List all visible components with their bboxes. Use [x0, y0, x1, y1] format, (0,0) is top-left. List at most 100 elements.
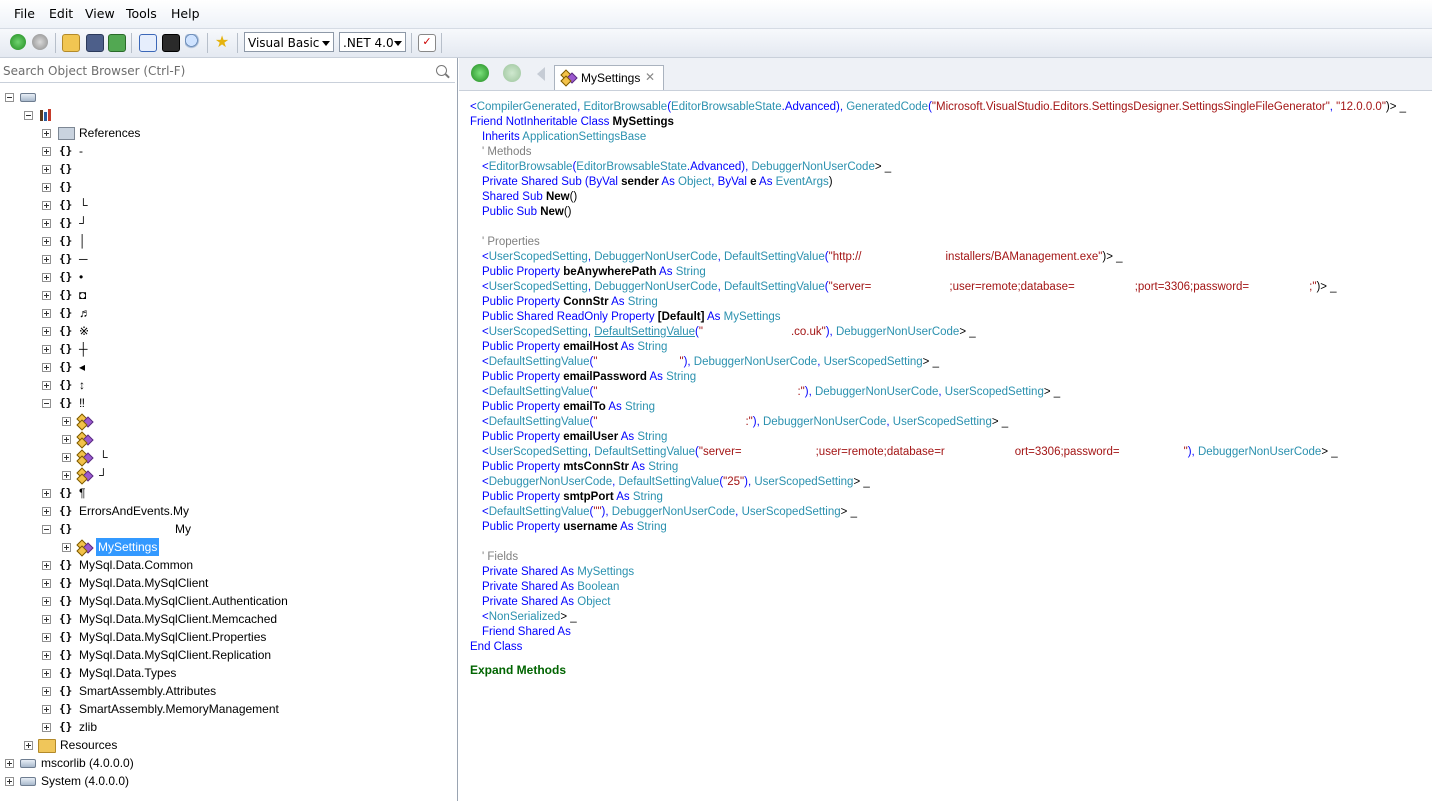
tree-node-namespace[interactable]: {} ─	[0, 250, 455, 268]
tree-node-namespace[interactable]: {} ErrorsAndEvents.My	[0, 502, 455, 520]
tree-node-namespace[interactable]: {} ‼	[0, 394, 455, 412]
tree-node-namespace[interactable]: {} ┘	[0, 214, 455, 232]
tree-node-resources[interactable]: Resources	[0, 736, 455, 754]
open-folder-icon[interactable]	[62, 34, 80, 52]
tree-node-namespace[interactable]: {} ↕	[0, 376, 455, 394]
expand-icon[interactable]	[62, 453, 71, 462]
tree-node-namespace[interactable]: {} MySql.Data.MySqlClient	[0, 574, 455, 592]
expand-icon[interactable]	[42, 687, 51, 696]
tree-node-system[interactable]: System (4.0.0.0)	[0, 772, 455, 790]
back-arrow-icon[interactable]	[471, 64, 489, 82]
collapse-icon[interactable]	[5, 93, 14, 102]
expand-icon[interactable]	[42, 633, 51, 642]
menu-tools[interactable]: Tools	[126, 6, 157, 21]
expand-icon[interactable]	[42, 615, 51, 624]
expand-icon[interactable]	[42, 291, 51, 300]
expand-icon[interactable]	[42, 219, 51, 228]
tree-node-class[interactable]: ┘	[0, 466, 455, 485]
collapse-icon[interactable]	[42, 399, 51, 408]
expand-icon[interactable]	[42, 507, 51, 516]
collapse-icon[interactable]	[42, 525, 51, 534]
expand-icon[interactable]	[5, 777, 14, 786]
search-icon[interactable]	[436, 65, 447, 76]
expand-icon[interactable]	[5, 759, 14, 768]
tree-node-namespace[interactable]: {} zlib	[0, 718, 455, 736]
expand-icon[interactable]	[42, 237, 51, 246]
tree-node-library[interactable]	[0, 106, 455, 124]
expand-icon[interactable]	[42, 255, 51, 264]
expand-icon[interactable]	[62, 471, 71, 480]
tree-node-namespace[interactable]: {} MySql.Data.MySqlClient.Replication	[0, 646, 455, 664]
expand-icon[interactable]	[42, 579, 51, 588]
tree-node-root-assembly[interactable]	[0, 88, 455, 106]
expand-icon[interactable]	[62, 417, 71, 426]
tree-node-namespace[interactable]: {} MySql.Data.MySqlClient.Memcached	[0, 610, 455, 628]
tree-node-namespace[interactable]: {} MySql.Data.Types	[0, 664, 455, 682]
close-icon[interactable]: ✕	[645, 70, 655, 84]
expand-icon[interactable]	[42, 183, 51, 192]
expand-icon[interactable]	[42, 597, 51, 606]
star-icon[interactable]: ★	[214, 34, 230, 50]
expand-icon[interactable]	[42, 309, 51, 318]
tree-node-mysettings[interactable]: MySettings	[0, 538, 455, 557]
tree-node-class[interactable]: └	[0, 448, 455, 467]
tree-node-namespace[interactable]: {} ※	[0, 322, 455, 340]
tree-node-namespace[interactable]: {} -	[0, 142, 455, 160]
tree-node-namespace[interactable]: {} ♬	[0, 304, 455, 322]
expand-icon[interactable]	[42, 651, 51, 660]
menu-help[interactable]: Help	[171, 6, 200, 21]
tree-node-class[interactable]	[0, 430, 455, 449]
expand-icon[interactable]	[42, 723, 51, 732]
save-icon[interactable]	[86, 34, 104, 52]
expand-icon[interactable]	[42, 147, 51, 156]
forward-arrow-icon[interactable]	[503, 64, 521, 82]
chevron-left-icon[interactable]	[537, 67, 545, 81]
tree-node-namespace[interactable]: {}	[0, 160, 455, 178]
tree-node-references[interactable]: References	[0, 124, 455, 142]
tree-node-namespace[interactable]: {} •	[0, 268, 455, 286]
checklist-icon[interactable]: ✓	[418, 34, 436, 52]
expand-icon[interactable]	[42, 129, 51, 138]
il-view-icon[interactable]	[162, 34, 180, 52]
find-icon[interactable]	[185, 34, 201, 50]
tree-node-namespace[interactable]: {} MySql.Data.Common	[0, 556, 455, 574]
tree-node-namespace[interactable]: {} └	[0, 196, 455, 214]
expand-icon[interactable]	[42, 705, 51, 714]
expand-icon[interactable]	[42, 561, 51, 570]
refresh-icon[interactable]	[108, 34, 126, 52]
collapse-icon[interactable]	[24, 111, 33, 120]
language-select[interactable]: Visual Basic	[244, 32, 334, 52]
search-box[interactable]: Search Object Browser (Ctrl-F)	[0, 60, 455, 83]
menu-view[interactable]: View	[85, 6, 115, 21]
expand-icon[interactable]	[24, 741, 33, 750]
menu-edit[interactable]: Edit	[49, 6, 73, 21]
expand-icon[interactable]	[42, 381, 51, 390]
tree-node-class[interactable]	[0, 412, 455, 431]
expand-icon[interactable]	[42, 489, 51, 498]
tree-node-namespace[interactable]: {} │	[0, 232, 455, 250]
tree-node-namespace[interactable]: {} ◘	[0, 286, 455, 304]
tree-node-namespace[interactable]: {} SmartAssembly.Attributes	[0, 682, 455, 700]
expand-icon[interactable]	[62, 543, 71, 552]
expand-methods-link[interactable]: Expand Methods	[470, 663, 566, 678]
text-view-icon[interactable]	[139, 34, 157, 52]
expand-icon[interactable]	[42, 363, 51, 372]
expand-icon[interactable]	[42, 327, 51, 336]
expand-icon[interactable]	[42, 669, 51, 678]
search-input[interactable]: Search Object Browser (Ctrl-F)	[3, 64, 185, 78]
tab-mysettings[interactable]: MySettings ✕	[554, 65, 664, 90]
tree-node-namespace[interactable]: {} SmartAssembly.MemoryManagement	[0, 700, 455, 718]
tree-node-namespace[interactable]: {} MySql.Data.MySqlClient.Authentication	[0, 592, 455, 610]
back-arrow-icon[interactable]	[10, 34, 26, 50]
expand-icon[interactable]	[42, 165, 51, 174]
tree-node-namespace[interactable]: {} ┼	[0, 340, 455, 358]
tree-node-mscorlib[interactable]: mscorlib (4.0.0.0)	[0, 754, 455, 772]
tree-node-namespace[interactable]: {} ◂	[0, 358, 455, 376]
framework-select[interactable]: .NET 4.0	[339, 32, 406, 52]
expand-icon[interactable]	[42, 345, 51, 354]
menu-file[interactable]: File	[14, 6, 35, 21]
tree-node-namespace[interactable]: {} ¶	[0, 484, 455, 502]
expand-icon[interactable]	[42, 201, 51, 210]
expand-icon[interactable]	[62, 435, 71, 444]
tree-node-namespace[interactable]: {}	[0, 178, 455, 196]
